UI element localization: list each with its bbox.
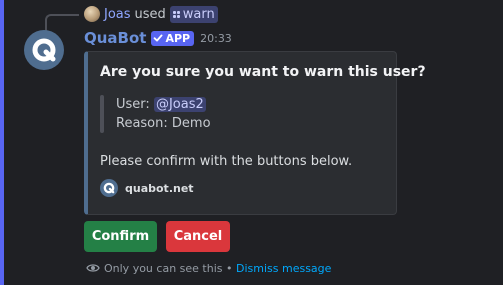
reply-context[interactable]: Joas used warn [84, 5, 218, 23]
user-mention[interactable]: @Joas2 [153, 97, 206, 112]
footer-text: quabot.net [125, 181, 194, 195]
command-pill[interactable]: warn [169, 5, 218, 23]
app-badge: APP [151, 30, 195, 46]
reply-username[interactable]: Joas [104, 7, 131, 22]
embed-description: Please confirm with the buttons below. [100, 154, 353, 169]
separator-dot: • [226, 261, 233, 275]
footer-logo-icon [100, 179, 118, 197]
eye-icon [86, 264, 100, 272]
quote-bar [100, 95, 104, 133]
reply-used-text: used [134, 6, 166, 22]
quabot-logo-icon[interactable] [24, 30, 64, 70]
confirm-button[interactable]: Confirm [84, 221, 157, 252]
cancel-button[interactable]: Cancel [166, 221, 230, 252]
embed-footer: quabot.net [100, 179, 194, 197]
ephemeral-notice: Only you can see this • Dismiss message [86, 260, 331, 276]
message-container: Joas used warn QuaBot APP 20:33 Are you … [0, 0, 503, 285]
reason-value: Demo [171, 116, 211, 131]
embed: Are you sure you want to warn this user?… [84, 51, 426, 215]
user-label: User: [116, 97, 150, 112]
check-icon [154, 34, 163, 42]
ephemeral-text: Only you can see this [104, 261, 223, 275]
bot-name[interactable]: QuaBot [84, 29, 146, 47]
embed-reason-line: Reason: Demo [116, 116, 211, 131]
embed-title: Are you sure you want to warn this user? [100, 64, 426, 80]
user-avatar-icon[interactable] [84, 6, 100, 22]
embed-user-line: User: @Joas2 [116, 97, 206, 112]
command-name: warn [182, 6, 215, 22]
message-header: QuaBot APP 20:33 [84, 28, 232, 48]
reason-label: Reason: [116, 116, 168, 131]
app-badge-label: APP [165, 31, 191, 45]
slash-command-icon [172, 10, 180, 18]
timestamp[interactable]: 20:33 [200, 32, 232, 45]
highlight-bar [0, 0, 4, 285]
dismiss-message-link[interactable]: Dismiss message [236, 262, 331, 275]
